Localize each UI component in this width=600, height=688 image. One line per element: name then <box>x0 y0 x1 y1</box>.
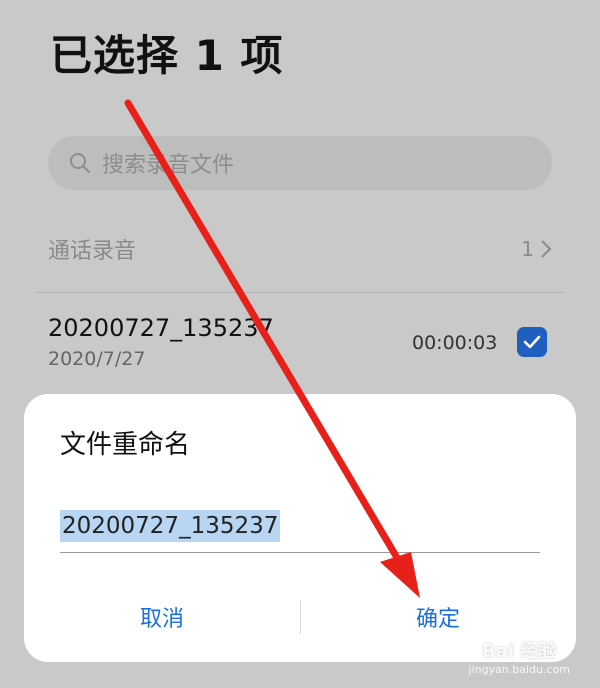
rename-dialog: 文件重命名 20200727_135237 取消 确定 <box>24 394 576 662</box>
screen: 已选择 1 项 搜索录音文件 通话录音 1 20200727_135237 20… <box>0 0 600 688</box>
recording-list-item[interactable]: 20200727_135237 2020/7/27 00:00:03 <box>36 300 564 390</box>
chevron-right-icon <box>541 240 552 258</box>
recording-date: 2020/7/27 <box>48 348 146 370</box>
cancel-button[interactable]: 取消 <box>24 592 300 642</box>
check-icon <box>523 335 541 349</box>
section-title: 通话录音 <box>48 239 137 264</box>
search-icon <box>70 153 90 173</box>
search-input[interactable]: 搜索录音文件 <box>48 136 552 190</box>
search-placeholder: 搜索录音文件 <box>102 153 235 178</box>
rename-input[interactable]: 20200727_135237 <box>60 506 540 553</box>
section-count-value: 1 <box>521 237 534 261</box>
dialog-actions: 取消 确定 <box>24 592 576 642</box>
watermark-brand: Bai 经验 <box>482 641 557 662</box>
section-count: 1 <box>521 237 552 261</box>
rename-input-value[interactable]: 20200727_135237 <box>60 510 281 542</box>
section-header-call-recordings[interactable]: 通话录音 1 <box>48 226 552 272</box>
baidu-jingyan-watermark: Bai 经验 jingyan.baidu.com <box>468 637 570 676</box>
recording-name: 20200727_135237 <box>48 314 274 342</box>
divider <box>36 292 564 293</box>
recording-duration: 00:00:03 <box>412 332 498 354</box>
watermark-url: jingyan.baidu.com <box>468 663 570 676</box>
confirm-button[interactable]: 确定 <box>300 592 576 642</box>
page-title: 已选择 1 项 <box>50 31 284 80</box>
recording-checkbox[interactable] <box>517 327 547 357</box>
dialog-title: 文件重命名 <box>60 430 191 460</box>
